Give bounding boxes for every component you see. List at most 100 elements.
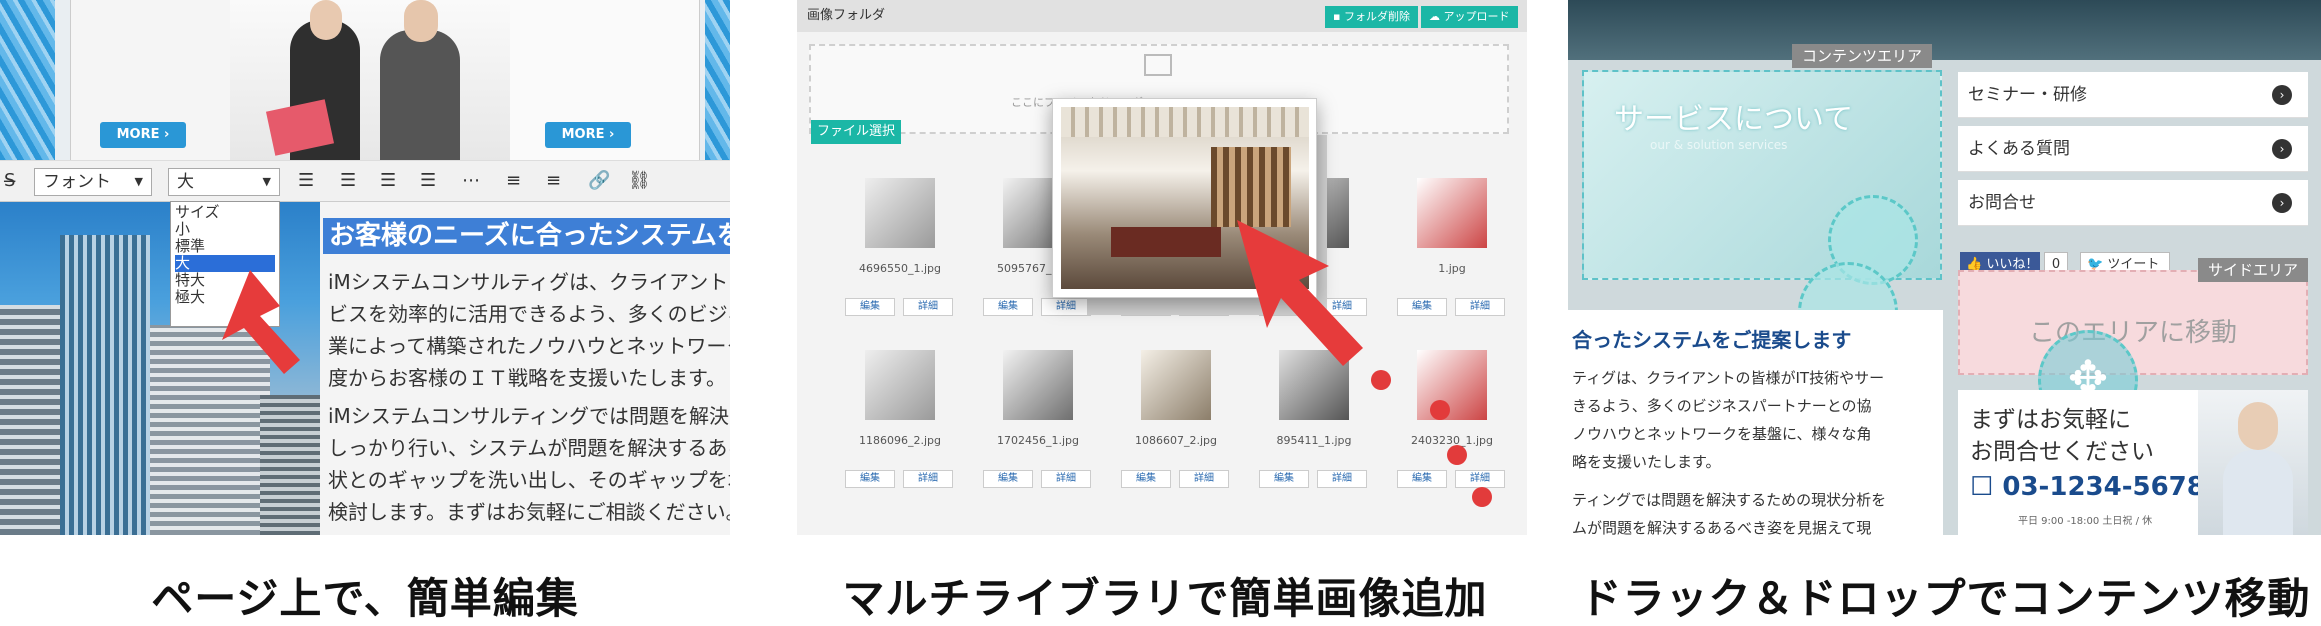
image-placeholder-icon xyxy=(1144,54,1172,76)
paragraph-line: しっかり行い、システムが問題を解決するあるべ xyxy=(328,436,730,460)
chevron-right-icon: › xyxy=(2272,193,2292,213)
edit-button[interactable]: 編集 xyxy=(1259,470,1309,488)
content-text-block[interactable]: 合ったシステムをご提案します ティグは、クライアントの皆様がIT技術やサー きるよ… xyxy=(1568,310,1943,535)
size-option[interactable]: サイズ xyxy=(175,204,275,221)
content-line: ティングでは問題を解決するための現状分析を xyxy=(1572,491,1887,509)
thumbnail-item[interactable]: 895411_1.jpg 編集 詳細 xyxy=(1249,350,1379,500)
paragraph-line: ビスを効率的に活用できるよう、多くのビジネス xyxy=(328,302,730,326)
thumbnail-item[interactable]: 4696550_1.jpg 編集 詳細 xyxy=(835,178,965,328)
paragraph-line: 業によって構築されたノウハウとネットワークを xyxy=(328,334,730,358)
service-title: サービスについて xyxy=(1614,102,1854,137)
detail-button[interactable]: 詳細 xyxy=(1455,470,1505,488)
delete-folder-button[interactable]: ▪ フォルダ削除 xyxy=(1325,6,1418,28)
thumbnail-filename: 1.jpg xyxy=(1438,262,1466,275)
thumbnail-filename: 4696550_1.jpg xyxy=(858,262,941,275)
inline-edit-panel: MORE › MORE › S̶ フォント ▼ 大 ▼ ☰ ☰ ☰ ☰ ⋯ ≡ ≡ … xyxy=(0,0,730,535)
paragraph-line: iMシステムコンサルティングでは問題を解決する xyxy=(328,404,730,428)
more-button-right[interactable]: MORE › xyxy=(545,122,631,148)
thumbnail-item[interactable]: 2403230_1.jpg 編集 詳細 xyxy=(1387,350,1517,500)
content-area-tag: コンテンツエリア xyxy=(1792,44,1933,68)
file-select-button[interactable]: ファイル選択 xyxy=(811,120,901,144)
chevron-down-icon: ▼ xyxy=(262,175,271,188)
align-right-icon[interactable]: ☰ xyxy=(380,170,396,191)
detail-button[interactable]: 詳細 xyxy=(903,298,953,316)
strikethrough-icon[interactable]: S̶ xyxy=(4,170,15,191)
thumbnail-image xyxy=(1417,350,1487,420)
contact-box: まずはお気軽に お問合せください ☐ 03-1234-5678 平日 9:00 … xyxy=(1958,390,2308,535)
hero-banner xyxy=(1568,0,2321,60)
edit-button[interactable]: 編集 xyxy=(1397,470,1447,488)
align-center-icon[interactable]: ☰ xyxy=(340,170,356,191)
detail-button[interactable]: 詳細 xyxy=(1455,298,1505,316)
hr-icon[interactable]: ⋯ xyxy=(462,170,480,191)
content-heading: 合ったシステムをご提案します xyxy=(1572,328,1852,352)
edit-button[interactable]: 編集 xyxy=(845,298,895,316)
upload-indicator-dot xyxy=(1430,400,1450,420)
more-button[interactable]: MORE › xyxy=(100,122,186,148)
page-heading[interactable]: お客様のニーズに合ったシステムをご提 xyxy=(323,218,730,254)
align-left-icon[interactable]: ☰ xyxy=(298,170,314,191)
side-menu-label: セミナー・研修 xyxy=(1968,85,2087,105)
upload-button[interactable]: ☁ アップロード xyxy=(1421,6,1518,28)
size-option[interactable]: 小 xyxy=(175,221,275,238)
chevron-right-icon: › xyxy=(2272,139,2292,159)
detail-button[interactable]: 詳細 xyxy=(1179,470,1229,488)
contact-line-2: お問合せください xyxy=(1970,439,2154,465)
thumbnail-filename: 895411_1.jpg xyxy=(1276,434,1352,447)
detail-button[interactable]: 詳細 xyxy=(1317,470,1367,488)
edit-button[interactable]: 編集 xyxy=(1397,298,1447,316)
chevron-down-icon: ▼ xyxy=(134,175,143,188)
content-line: 略を支援いたします。 xyxy=(1572,453,1721,471)
blue-graphic-right xyxy=(705,0,730,170)
side-menu-item[interactable]: セミナー・研修 › xyxy=(1958,72,2308,118)
thumbnail-filename: 1086607_2.jpg xyxy=(1134,434,1217,447)
thumbnail-item[interactable]: 1186096_2.jpg 編集 詳細 xyxy=(835,350,965,500)
detail-button[interactable]: 詳細 xyxy=(1041,298,1091,316)
thumbnail-item[interactable]: 1086607_2.jpg 編集 詳細 xyxy=(1111,350,1241,500)
detail-button[interactable]: 詳細 xyxy=(903,470,953,488)
link-icon[interactable]: 🔗 xyxy=(588,170,610,191)
size-option[interactable]: 標準 xyxy=(175,238,275,255)
editor-toolbar: S̶ フォント ▼ 大 ▼ ☰ ☰ ☰ ☰ ⋯ ≡ ≡ 🔗 ⛓ xyxy=(0,160,730,202)
thumbnail-image xyxy=(865,178,935,248)
thumbnail-item[interactable]: 1.jpg 編集 詳細 xyxy=(1387,178,1517,328)
service-subtitle: our & solution services xyxy=(1650,138,1788,152)
content-line: ノウハウとネットワークを基盤に、様々な角 xyxy=(1572,425,1872,443)
upload-label: アップロード xyxy=(1443,10,1510,23)
thumbnail-filename: 1186096_2.jpg xyxy=(858,434,941,447)
edit-button[interactable]: 編集 xyxy=(983,298,1033,316)
business-people-photo xyxy=(230,0,510,170)
side-area-tag: サイドエリア xyxy=(2198,258,2309,282)
pointer-arrow-icon xyxy=(1237,220,1363,366)
side-menu-item[interactable]: お問合せ › xyxy=(1958,180,2308,226)
pointer-arrow-icon xyxy=(222,270,300,374)
justify-icon[interactable]: ☰ xyxy=(420,170,436,191)
side-menu-label: よくある質問 xyxy=(1968,139,2070,159)
phone-value: 03-1234-5678 xyxy=(2002,472,2205,502)
content-line: きるよう、多くのビジネスパートナーとの協 xyxy=(1572,397,1872,415)
font-select-value: フォント xyxy=(43,172,111,192)
edit-button[interactable]: 編集 xyxy=(1121,470,1171,488)
thumbnail-image xyxy=(1003,350,1073,420)
font-select[interactable]: フォント ▼ xyxy=(34,168,152,196)
detail-button[interactable]: 詳細 xyxy=(1041,470,1091,488)
unlink-icon[interactable]: ⛓ xyxy=(628,170,651,191)
side-menu-item[interactable]: よくある質問 › xyxy=(1958,126,2308,172)
upload-indicator-dot xyxy=(1371,370,1391,390)
thumbnail-image xyxy=(865,350,935,420)
edit-button[interactable]: 編集 xyxy=(845,470,895,488)
edit-button[interactable]: 編集 xyxy=(983,470,1033,488)
phone-number[interactable]: ☐ 03-1234-5678 xyxy=(1970,472,2205,502)
blue-graphic xyxy=(0,0,55,170)
upload-indicator-dot xyxy=(1447,445,1467,465)
unordered-list-icon[interactable]: ≡ xyxy=(546,170,561,191)
caption-library: マルチライブラリで簡単画像追加 xyxy=(842,574,1488,623)
ordered-list-icon[interactable]: ≡ xyxy=(506,170,521,191)
thumbnail-item[interactable]: 1702456_1.jpg 編集 詳細 xyxy=(973,350,1103,500)
delete-folder-label: フォルダ削除 xyxy=(1343,10,1410,23)
business-hours: 平日 9:00 -18:00 土日祝 / 休 xyxy=(2018,516,2153,527)
drag-drop-panel: コンテンツエリア サービスについて our & solution service… xyxy=(1568,0,2321,535)
paragraph-line: 度からお客様のＩＴ戦略を支援いたします。 xyxy=(328,366,726,390)
size-select[interactable]: 大 ▼ xyxy=(168,168,280,196)
media-library-panel: 画像フォルダ ▪ フォルダ削除 ☁ アップロード ここにファイルをドラッグ ファ… xyxy=(797,0,1527,535)
